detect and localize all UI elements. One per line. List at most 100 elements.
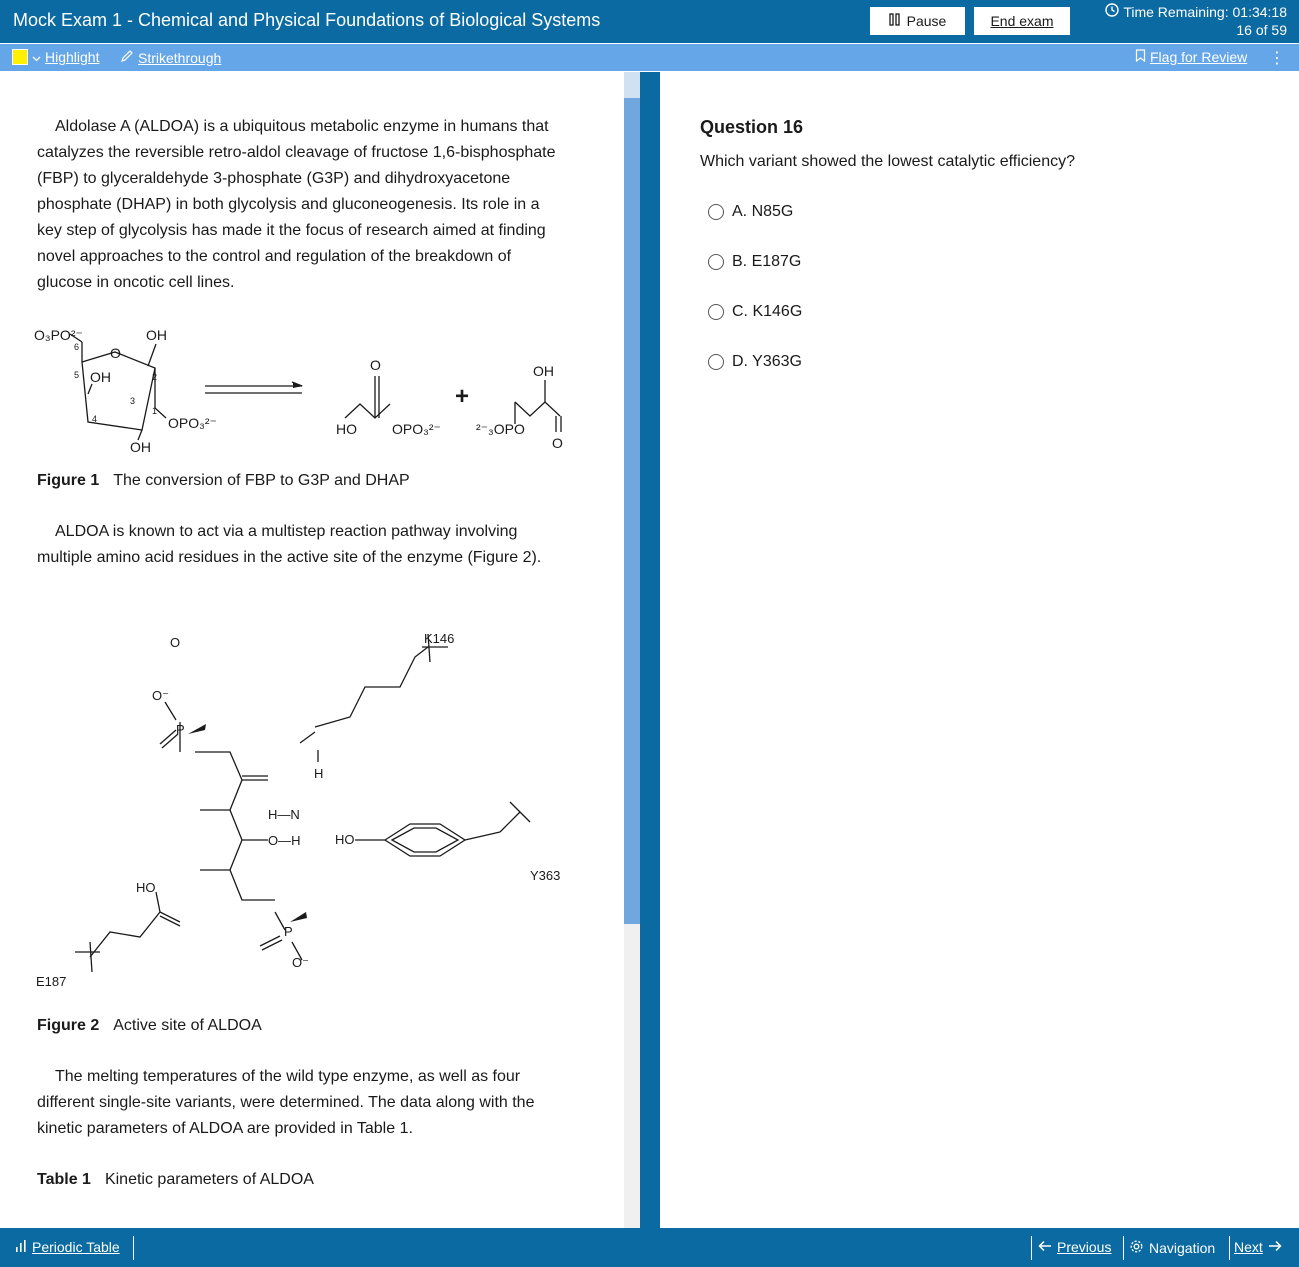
pause-icon: [888, 13, 901, 29]
choice-b[interactable]: B. E187G: [708, 253, 801, 271]
footer-separator: [133, 1236, 134, 1260]
periodic-table-label: Periodic Table: [32, 1239, 120, 1255]
fig2-y363: Y363: [530, 868, 560, 883]
fig1-o3po: O₃PO²⁻: [34, 327, 83, 343]
fig1-num-3: 3: [130, 396, 135, 406]
fig2-o-minus-upper: O⁻: [152, 688, 169, 703]
fig2-ho-tyr: HO: [335, 832, 355, 847]
figure-2-caption: Figure 2 Active site of ALDOA: [37, 1017, 262, 1035]
question-text: Which variant showed the lowest catalyti…: [700, 153, 1075, 170]
strikethrough-tool[interactable]: Strikethrough: [120, 49, 221, 66]
fig1-dhap-ho: HO: [336, 421, 357, 437]
exam-title: Mock Exam 1 - Chemical and Physical Foun…: [13, 10, 601, 30]
table-1-caption: Table 1 Kinetic parameters of ALDOA: [37, 1171, 314, 1189]
fig1-oh-top: OH: [146, 327, 167, 343]
choice-a-label: A. N85G: [732, 203, 794, 220]
fig1-num-2: 2: [152, 372, 157, 382]
fig1-num-6: 6: [74, 342, 79, 352]
pause-button[interactable]: Pause: [870, 7, 965, 35]
footer-separator: [1031, 1236, 1032, 1260]
tool-bar: Highlight Strikethrough Flag for Review …: [0, 44, 1299, 71]
navigation-label: Navigation: [1149, 1240, 1216, 1256]
fig1-num-1: 1: [152, 406, 157, 416]
fig1-g3p-oh: OH: [533, 363, 554, 379]
figure-2-label: Figure 2: [37, 1017, 100, 1034]
chevron-down-icon: [32, 49, 41, 65]
strikethrough-label: Strikethrough: [138, 49, 222, 66]
radio-a[interactable]: [708, 204, 724, 220]
radio-b[interactable]: [708, 254, 724, 270]
pause-label: Pause: [906, 13, 947, 29]
periodic-table-button[interactable]: Periodic Table: [15, 1239, 120, 1255]
footer-separator: [1123, 1236, 1124, 1260]
fig1-opo3: OPO₃²⁻: [168, 415, 217, 431]
end-exam-button[interactable]: End exam: [974, 7, 1070, 35]
fig1-oh-ring: OH: [90, 369, 111, 385]
arrow-left-icon: [1038, 1239, 1052, 1255]
fig1-num-5: 5: [74, 370, 79, 380]
fig1-dhap-o: O: [370, 357, 381, 373]
table-1-caption-text: Kinetic parameters of ALDOA: [104, 1171, 314, 1188]
fig1-num-4: 4: [92, 414, 97, 424]
next-button[interactable]: Next: [1234, 1239, 1282, 1255]
clock-icon: [1105, 3, 1120, 21]
pencil-icon: [120, 49, 134, 66]
fig2-o-minus-lower: O⁻: [292, 955, 309, 970]
fig2-ho-glu: HO: [136, 880, 156, 895]
table-1-label: Table 1: [37, 1171, 91, 1188]
previous-label: Previous: [1057, 1239, 1112, 1255]
fig1-g3p-opo: ²⁻₃OPO: [476, 421, 525, 437]
bookmark-icon: [1135, 49, 1146, 65]
flag-label: Flag for Review: [1150, 49, 1248, 65]
choice-d[interactable]: D. Y363G: [708, 353, 802, 371]
passage-paragraph-3: The melting temperatures of the wild typ…: [37, 1068, 535, 1137]
next-label: Next: [1234, 1239, 1263, 1255]
top-bar: Mock Exam 1 - Chemical and Physical Foun…: [0, 0, 1299, 43]
fig2-p-lower: P: [284, 924, 293, 939]
flag-for-review[interactable]: Flag for Review: [1135, 49, 1247, 65]
choice-d-label: D. Y363G: [732, 353, 802, 370]
fig2-oh-link: O—H: [268, 833, 301, 848]
bar-chart-icon: [15, 1239, 27, 1255]
choice-b-label: B. E187G: [732, 253, 802, 270]
passage-panel: Aldolase A (ALDOA) is a ubiquitous metab…: [0, 72, 624, 1228]
figure-1-caption-text: The conversion of FBP to G3P and DHAP: [113, 472, 410, 489]
gear-icon: [1129, 1239, 1144, 1257]
fig2-h: H: [314, 766, 323, 781]
previous-button[interactable]: Previous: [1038, 1239, 1111, 1255]
scrollbar-thumb[interactable]: [624, 98, 640, 924]
choice-c[interactable]: C. K146G: [708, 303, 802, 321]
passage-paragraph-2: ALDOA is known to act via a multistep re…: [37, 523, 542, 566]
more-options-icon[interactable]: ⋮: [1269, 48, 1285, 68]
fig2-k146: K146: [424, 631, 454, 646]
footer-separator: [1229, 1236, 1230, 1260]
fig1-dhap-opo3: OPO₃²⁻: [392, 421, 441, 437]
fig1-plus: +: [455, 383, 469, 410]
panel-divider[interactable]: [640, 72, 660, 1228]
navigation-button[interactable]: Navigation: [1129, 1239, 1215, 1257]
choice-a[interactable]: A. N85G: [708, 203, 793, 221]
radio-d[interactable]: [708, 354, 724, 370]
radio-c[interactable]: [708, 304, 724, 320]
choice-c-label: C. K146G: [732, 303, 803, 320]
bottom-bar: Periodic Table Previous Navigation Next: [0, 1228, 1299, 1267]
figure-2-diagram: K146 Y363 E187 H—N H O—H HO HO O P O⁻ P …: [36, 631, 560, 989]
highlight-tool[interactable]: Highlight: [12, 49, 99, 65]
question-progress: 16 of 59: [1236, 22, 1287, 38]
fig1-g3p-o: O: [552, 435, 563, 451]
highlight-label: Highlight: [45, 49, 100, 65]
fig2-p-upper: P: [176, 722, 185, 737]
figure-1-diagram: O₃PO²⁻ OH O OH OH OPO₃²⁻ O HO OPO₃²⁻ + O…: [34, 327, 563, 452]
fig1-ring-o: O: [110, 345, 121, 361]
fig2-o-upper: O: [170, 635, 180, 650]
fig2-hn: H—N: [268, 807, 300, 822]
passage-paragraph-1: Aldolase A (ALDOA) is a ubiquitous metab…: [37, 118, 556, 291]
scrollbar-up-area[interactable]: [624, 72, 640, 98]
figure-1-caption: Figure 1 The conversion of FBP to G3P and…: [37, 472, 410, 490]
fig1-oh-bottom: OH: [130, 439, 151, 452]
fig2-e187: E187: [36, 974, 66, 989]
figure-1-label: Figure 1: [37, 472, 100, 489]
figure-2-caption-text: Active site of ALDOA: [113, 1017, 262, 1034]
timer: Time Remaining: 01:34:18 16 of 59: [1105, 3, 1287, 39]
arrow-right-icon: [1268, 1239, 1282, 1255]
